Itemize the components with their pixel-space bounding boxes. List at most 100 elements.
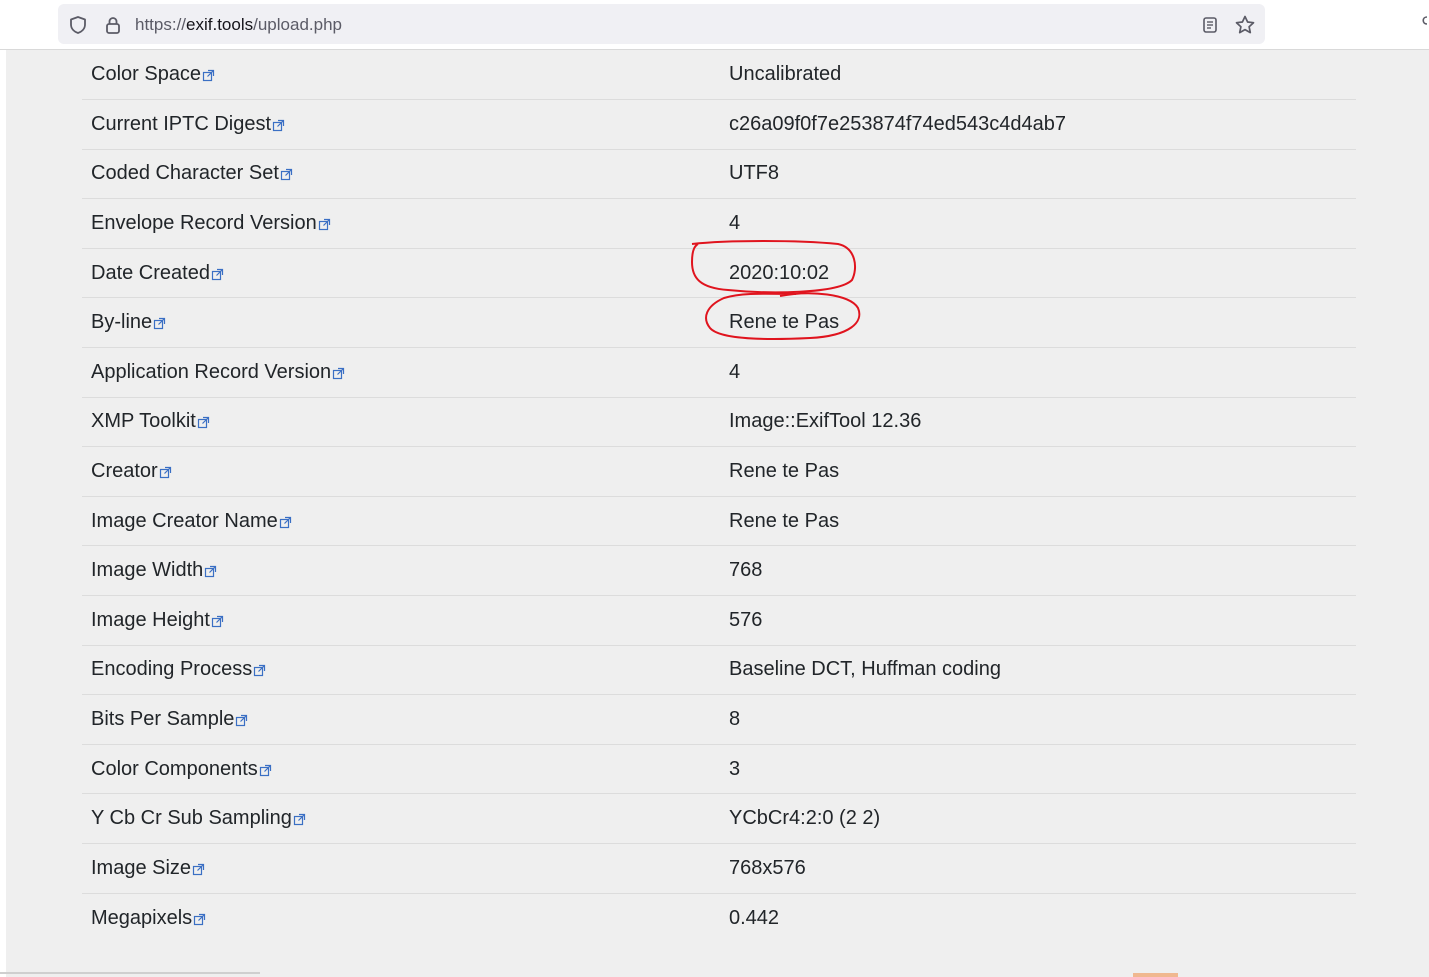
row-key-cell: Application Record Version <box>82 348 720 398</box>
table-row: Date Created 2020:10:02 <box>82 248 1356 298</box>
url-scheme: https:// <box>135 15 187 34</box>
bottom-accent-mark <box>1133 973 1178 977</box>
external-link-icon[interactable] <box>280 164 293 181</box>
row-key-label: Color Space <box>91 63 202 86</box>
row-key-cell: Color Space <box>82 50 720 100</box>
table-row: Image Creator Name Rene te Pas <box>82 496 1356 546</box>
row-value: Rene te Pas <box>729 460 840 483</box>
row-value-cell: Rene te Pas <box>720 447 1356 497</box>
row-value: Uncalibrated <box>729 63 842 86</box>
url-path: /upload.php <box>253 15 342 34</box>
external-link-icon[interactable] <box>193 909 206 925</box>
external-link-icon[interactable] <box>332 363 345 379</box>
external-link-icon[interactable] <box>204 561 217 578</box>
table-row: By-line Rene te Pas <box>82 298 1356 348</box>
row-value: 768 <box>729 559 763 582</box>
row-key-label: Encoding Process <box>91 658 253 681</box>
row-key-label: Color Components <box>91 757 258 780</box>
row-key-label: XMP Toolkit <box>91 410 196 433</box>
row-key-label: Application Record Version <box>91 360 332 383</box>
external-link-icon[interactable] <box>272 115 285 131</box>
row-key-cell: Image Size <box>82 844 720 894</box>
row-value-cell: 8 <box>720 695 1356 745</box>
row-key-label: Y Cb Cr Sub Sampling <box>91 807 292 830</box>
table-row: Application Record Version 4 <box>82 348 1356 398</box>
row-value-cell: 4 <box>720 348 1356 398</box>
row-key-label: By-line <box>91 311 153 334</box>
row-value-cell: 768x576 <box>720 844 1356 894</box>
row-key-cell: Image Width <box>82 546 720 596</box>
shield-icon[interactable] <box>67 14 89 36</box>
row-key-label: Megapixels <box>91 906 193 929</box>
row-key-cell: XMP Toolkit <box>82 397 720 447</box>
row-value: 4 <box>729 360 741 383</box>
row-value: 768x576 <box>729 856 806 879</box>
exif-table: Color Space Uncalibrated Current IPTC Dige… <box>82 50 1356 943</box>
row-value: UTF8 <box>729 162 779 185</box>
row-key-cell: Encoding Process <box>82 645 720 695</box>
external-link-icon[interactable] <box>202 65 215 82</box>
row-value-cell: UTF8 <box>720 149 1356 199</box>
external-link-icon[interactable] <box>235 710 248 727</box>
external-link-icon[interactable] <box>279 512 292 528</box>
row-key-cell: Megapixels <box>82 893 720 943</box>
page-content: Color Space Uncalibrated Current IPTC Dige… <box>6 50 1429 977</box>
row-value: 0.442 <box>729 906 780 929</box>
row-value-cell: Rene te Pas <box>720 298 1356 348</box>
row-value: YCbCr4:2:0 (2 2) <box>729 807 881 830</box>
row-key-label: Image Width <box>91 559 204 582</box>
external-link-icon[interactable] <box>293 809 306 826</box>
row-key-cell: Y Cb Cr Sub Sampling <box>82 794 720 844</box>
row-value: 3 <box>729 757 741 780</box>
row-value-cell: YCbCr4:2:0 (2 2) <box>720 794 1356 844</box>
table-row: Current IPTC Digest c26a09f0f7e253874f74e… <box>82 100 1356 150</box>
row-key-label: Envelope Record Version <box>91 212 317 235</box>
table-row: XMP Toolkit Image::ExifTool 12.36 <box>82 397 1356 447</box>
row-key-label: Image Height <box>91 608 210 631</box>
external-link-icon[interactable] <box>211 264 224 280</box>
row-key-label: Current IPTC Digest <box>91 112 272 135</box>
external-link-icon[interactable] <box>253 660 266 677</box>
row-value: 576 <box>729 608 763 631</box>
row-value-cell: c26a09f0f7e253874f74ed543c4d4ab7 <box>720 100 1356 150</box>
table-row: Color Components 3 <box>82 744 1356 794</box>
horizontal-scrollbar[interactable] <box>0 972 260 974</box>
external-link-icon[interactable] <box>159 462 172 479</box>
row-key-cell: Envelope Record Version <box>82 199 720 249</box>
table-row: Image Height 576 <box>82 596 1356 646</box>
row-key-label: Date Created <box>91 261 210 284</box>
toolbar-overflow-icon[interactable] <box>1418 14 1429 34</box>
url-text[interactable]: https://exif.tools/upload.php <box>135 15 342 35</box>
row-value-cell: 4 <box>720 199 1356 249</box>
table-row: Creator Rene te Pas <box>82 447 1356 497</box>
row-key-label: Image Size <box>91 856 192 879</box>
row-value-cell: Baseline DCT, Huffman coding <box>720 645 1356 695</box>
row-key-label: Creator <box>91 460 158 483</box>
row-value: Image::ExifTool 12.36 <box>729 410 922 433</box>
lock-icon[interactable] <box>102 14 124 36</box>
row-key-cell: Current IPTC Digest <box>82 100 720 150</box>
row-key-cell: Image Height <box>82 596 720 646</box>
external-link-icon[interactable] <box>197 412 210 429</box>
row-key-cell: Bits Per Sample <box>82 695 720 745</box>
table-row: Color Space Uncalibrated <box>82 50 1356 100</box>
row-key-cell: Creator <box>82 447 720 497</box>
external-link-icon[interactable] <box>192 859 205 875</box>
external-link-icon[interactable] <box>153 313 166 330</box>
table-row: Image Width 768 <box>82 546 1356 596</box>
row-key-cell: Color Components <box>82 744 720 794</box>
row-value-cell: 576 <box>720 596 1356 646</box>
row-value-cell: 2020:10:02 <box>720 248 1356 298</box>
external-link-icon[interactable] <box>318 214 331 231</box>
table-row: Envelope Record Version 4 <box>82 199 1356 249</box>
bookmark-star-icon[interactable] <box>1234 14 1256 36</box>
row-value-cell: Image::ExifTool 12.36 <box>720 397 1356 447</box>
row-value: Rene te Pas <box>729 509 840 532</box>
row-value: 2020:10:02 <box>729 261 830 284</box>
row-value: Baseline DCT, Huffman coding <box>729 658 1001 681</box>
table-row: Megapixels 0.442 <box>82 893 1356 943</box>
external-link-icon[interactable] <box>211 611 224 627</box>
external-link-icon[interactable] <box>259 760 272 776</box>
reader-view-icon[interactable] <box>1199 14 1221 36</box>
address-bar[interactable]: https://exif.tools/upload.php <box>58 4 1265 44</box>
